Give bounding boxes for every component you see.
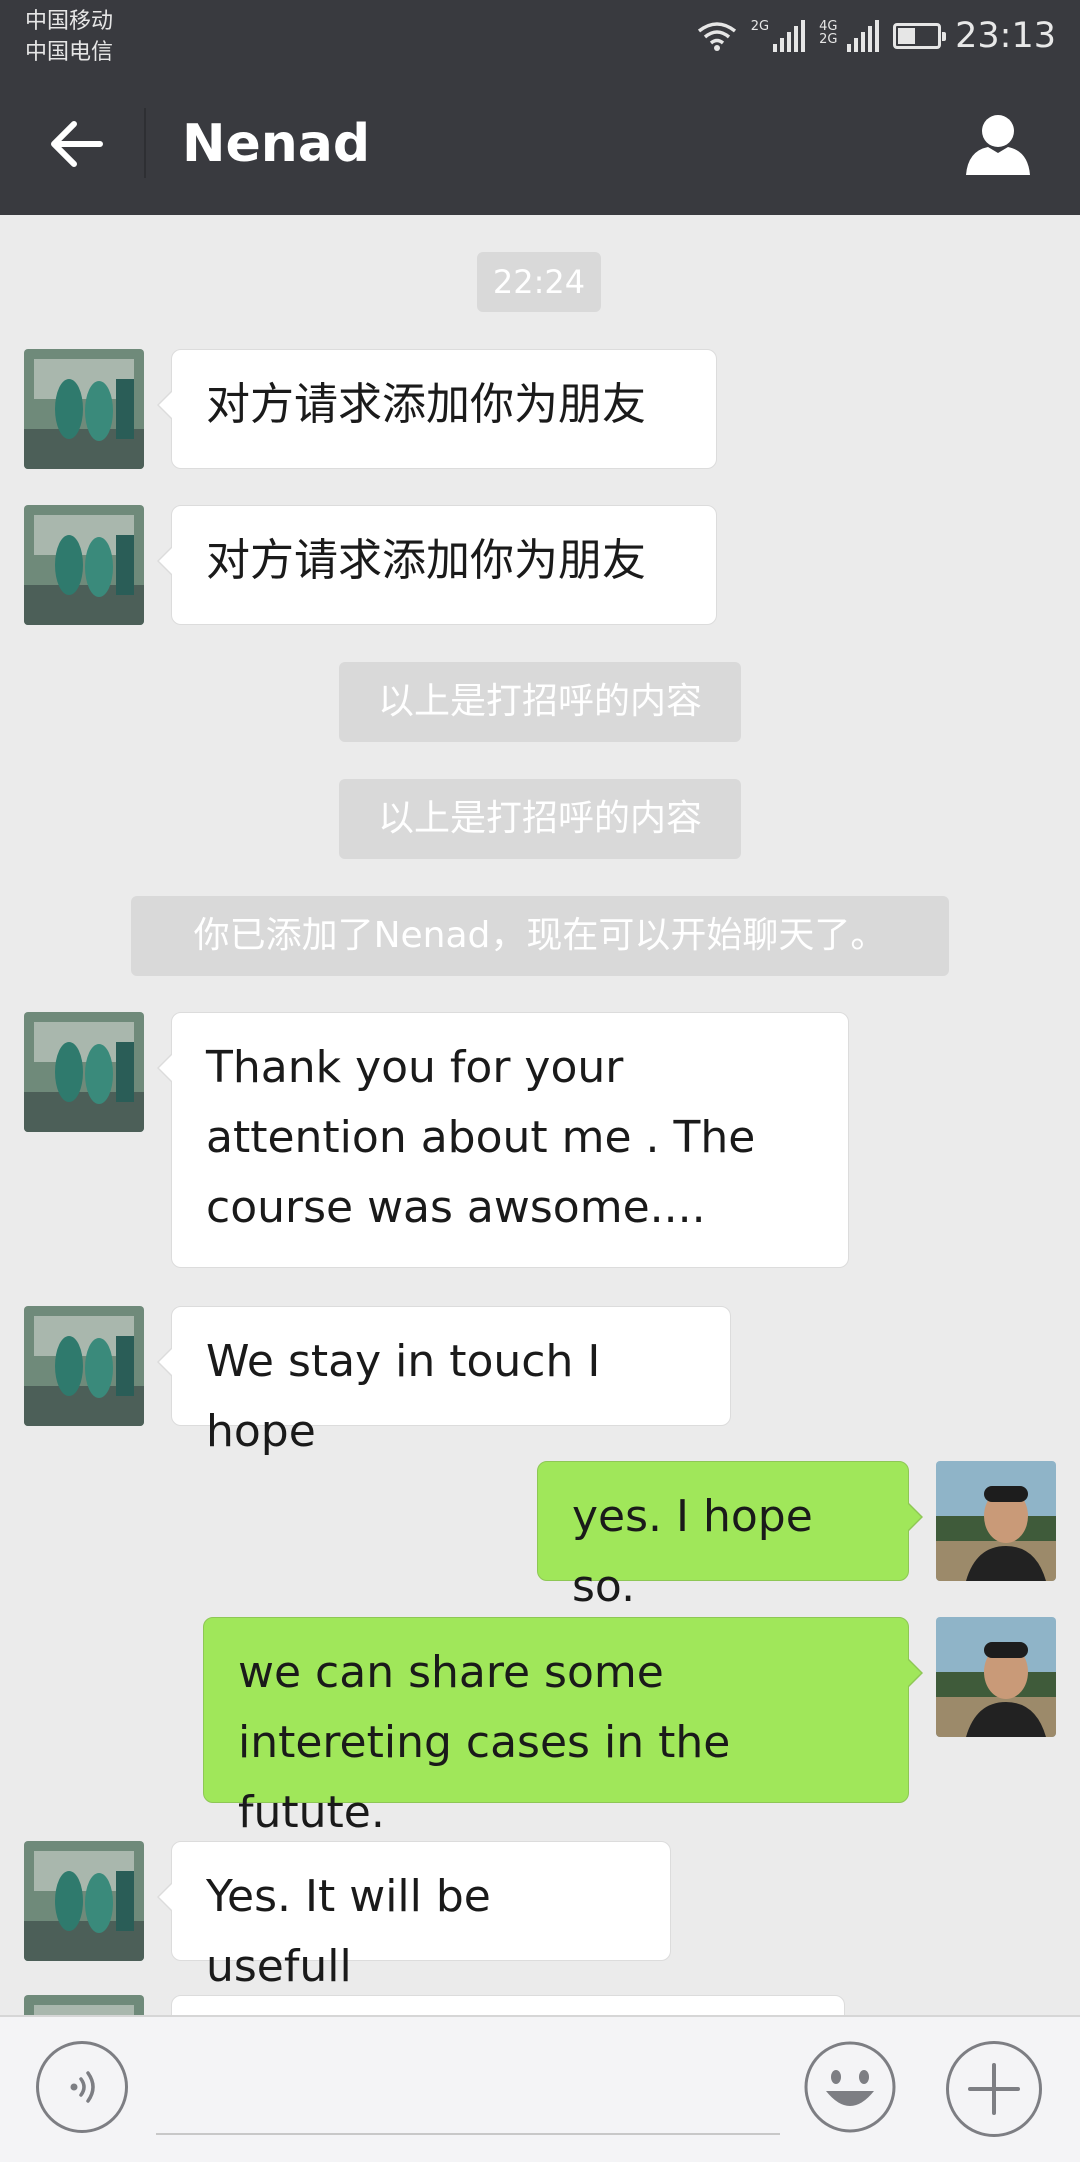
incoming-message[interactable]: Yes. It will be usefull xyxy=(157,1841,671,1992)
my-avatar[interactable] xyxy=(936,1461,1056,1581)
profile-button[interactable] xyxy=(960,106,1036,182)
carrier-labels: 中国移动 中国电信 xyxy=(25,6,113,68)
contact-avatar[interactable] xyxy=(24,1841,144,1961)
back-button[interactable] xyxy=(40,108,112,180)
arrow-left-icon xyxy=(51,121,103,167)
plus-icon xyxy=(968,2063,1020,2115)
system-message: 你已添加了Nenad，现在可以开始聊天了。 xyxy=(131,896,949,976)
system-message: 以上是打招呼的内容 xyxy=(339,662,741,742)
network-1-label: 2G xyxy=(750,19,770,34)
system-message: 以上是打招呼的内容 xyxy=(339,779,741,859)
outgoing-message[interactable]: we can share some intereting cases in th… xyxy=(203,1617,923,1838)
emoji-icon xyxy=(804,2041,896,2133)
signal-2: 4G 2G xyxy=(819,19,880,52)
timestamp-pill: 22:24 xyxy=(477,252,601,312)
status-bar: 中国移动 中国电信 2G 4G 2G 23:13 xyxy=(0,0,1080,72)
signal-bars-icon xyxy=(773,20,806,52)
contact-avatar[interactable] xyxy=(24,505,144,625)
emoji-button[interactable] xyxy=(804,2041,896,2133)
outgoing-message[interactable]: yes. I hope so. xyxy=(537,1461,923,1612)
contact-avatar[interactable] xyxy=(24,1012,144,1132)
header-divider xyxy=(144,108,146,178)
message-list[interactable]: 22:24 对方请求添加你为朋友 对方请求添加你为朋友 以上是打招呼的内容 以上… xyxy=(0,215,1080,2015)
contact-avatar[interactable] xyxy=(24,1306,144,1426)
chat-title: Nenad xyxy=(182,114,371,174)
wifi-icon xyxy=(697,22,736,51)
status-icons: 2G 4G 2G 23:13 xyxy=(697,16,1056,56)
clock-time: 23:13 xyxy=(955,16,1056,56)
voice-button[interactable] xyxy=(36,2041,128,2133)
person-icon xyxy=(966,115,1030,175)
more-button[interactable] xyxy=(946,2041,1042,2137)
incoming-message[interactable]: We stay in touch I hope xyxy=(157,1306,731,1457)
voice-icon xyxy=(70,2071,95,2103)
chat-header: Nenad xyxy=(0,72,1080,215)
incoming-message-partial[interactable] xyxy=(171,1995,845,2015)
signal-bars-icon xyxy=(847,20,880,52)
signal-1: 2G xyxy=(750,19,806,52)
incoming-message[interactable]: Thank you for your attention about me . … xyxy=(157,1012,849,1268)
incoming-message[interactable]: 对方请求添加你为朋友 xyxy=(157,505,717,625)
my-avatar[interactable] xyxy=(936,1617,1056,1737)
contact-avatar[interactable] xyxy=(24,1995,144,2015)
network-2-label: 4G 2G xyxy=(819,19,838,47)
input-bar xyxy=(0,2015,1080,2162)
incoming-message[interactable]: 对方请求添加你为朋友 xyxy=(157,349,717,469)
battery-icon xyxy=(893,23,947,49)
carrier-2-label: 中国电信 xyxy=(25,40,114,65)
carrier-1-label: 中国移动 xyxy=(25,9,114,34)
message-input[interactable] xyxy=(156,2133,780,2135)
contact-avatar[interactable] xyxy=(24,349,144,469)
